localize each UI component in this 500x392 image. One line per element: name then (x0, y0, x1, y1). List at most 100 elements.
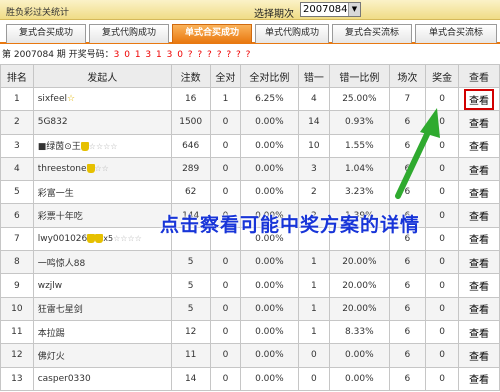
games-cell: 6 (388, 180, 427, 205)
tab-4[interactable]: 单式代购成功 (255, 24, 329, 43)
column-header: 奖金 (425, 64, 460, 88)
all-ratio-cell: 0.00% (240, 319, 299, 345)
star-icon: ☆ (66, 94, 76, 105)
initiator-name[interactable]: 一鸣惊人88 (38, 259, 85, 269)
initiator-cell: 狂雷七星剑 (32, 296, 172, 321)
table-row: 10 狂雷七星剑 5 0 0.00% 1 20.00% 6 0 查看 (0, 296, 500, 321)
view-button[interactable]: 查看 (469, 301, 489, 316)
initiator-name[interactable]: 5G832 (38, 117, 68, 127)
table-row: 4 threestone ☆☆ 289 0 0.00% 3 1.04% 6 0 查看 (0, 156, 500, 182)
rank-cell: 11 (0, 319, 34, 345)
games-cell: 6 (388, 273, 427, 298)
column-header: 查看 (458, 64, 500, 88)
prize-cell: 0 (425, 133, 460, 158)
err1-ratio-cell: 3.23% (329, 180, 390, 205)
prize-cell: 0 (425, 366, 460, 391)
bets-cell: 16 (170, 86, 211, 112)
games-cell: 6 (388, 250, 427, 275)
rank-cell: 4 (0, 156, 34, 182)
err1-cell: 1 (297, 319, 331, 345)
table-row: 1 sixfeel☆ 16 1 6.25% 4 25.00% 7 0 查看 (0, 86, 500, 112)
err1-ratio-cell: 1.04% (329, 156, 390, 182)
bets-cell: 14 (170, 366, 211, 391)
initiator-cell: casper0330 (32, 366, 172, 391)
err1-cell: 1 (297, 250, 331, 275)
initiator-cell: threestone ☆☆ (32, 156, 172, 182)
view-button[interactable]: 查看 (469, 255, 489, 270)
initiator-name[interactable]: lwy001026 (38, 234, 88, 244)
tab-5[interactable]: 复式合买流标 (332, 24, 412, 43)
initiator-name[interactable]: 彩票十年吃 (38, 212, 83, 222)
view-button[interactable]: 查看 (469, 278, 489, 293)
all-ratio-cell: 0.00% (240, 133, 299, 158)
rank-cell: 8 (0, 250, 34, 275)
err1-cell: 0 (297, 343, 331, 368)
all-ratio-cell: 0.00% (240, 343, 299, 368)
tab-3[interactable]: 单式合买成功 (172, 24, 252, 43)
trophy-x5-icon: x5☆☆☆☆ (87, 233, 142, 244)
tab-6[interactable]: 单式合买流标 (415, 24, 497, 43)
initiator-name[interactable]: 佛灯火 (38, 352, 65, 362)
view-button[interactable]: 查看 (469, 371, 489, 386)
all-ratio-cell: 0.00% (240, 366, 299, 391)
initiator-cell: 本拉踢 (32, 319, 172, 345)
initiator-name[interactable]: threestone (38, 164, 87, 174)
view-button[interactable]: 查看 (469, 138, 489, 153)
initiator-name[interactable]: 狂雷七星剑 (38, 305, 83, 315)
tab-1[interactable]: 复式合买成功 (6, 24, 86, 43)
err1-ratio-cell: 20.00% (329, 250, 390, 275)
period-select[interactable]: 2007084 ▼ (300, 2, 361, 17)
all-cell: 0 (209, 110, 242, 135)
winning-numbers: 3 0 1 3 1 3 0 ? ? ? ? ? ? ? (113, 50, 252, 60)
view-cell: 查看 (458, 133, 500, 158)
table-row: 3 ■绿茵⊙王 ☆☆☆☆ 646 0 0.00% 10 1.55% 6 0 查看 (0, 133, 500, 158)
chevron-down-icon[interactable]: ▼ (348, 3, 360, 16)
initiator-name[interactable]: casper0330 (38, 374, 91, 384)
prize-cell: 0 (425, 110, 460, 135)
rank-cell: 5 (0, 180, 34, 205)
initiator-cell: 彩票十年吃 (32, 203, 172, 228)
table-row: 5 彩富一生 62 0 0.00% 2 3.23% 6 0 查看 (0, 180, 500, 205)
err1-cell: 14 (297, 110, 331, 135)
bets-cell: 5 (170, 296, 211, 321)
table-row: 13 casper0330 14 0 0.00% 0 0.00% 6 0 查看 (0, 366, 500, 391)
initiator-name[interactable]: sixfeel (38, 94, 67, 104)
view-cell: 查看 (458, 296, 500, 321)
initiator-name[interactable]: wzjlw (38, 281, 62, 291)
prize-cell: 0 (425, 250, 460, 275)
view-button[interactable]: 查看 (469, 348, 489, 363)
initiator-cell: 彩富一生 (32, 180, 172, 205)
all-ratio-cell: 0.00% (240, 180, 299, 205)
column-header: 全对 (209, 64, 242, 88)
view-button[interactable]: 查看 (469, 325, 489, 340)
initiator-cell: 一鸣惊人88 (32, 250, 172, 275)
initiator-name[interactable]: 本拉踢 (38, 329, 65, 339)
view-cell: 查看 (458, 180, 500, 205)
view-button[interactable]: 查看 (469, 208, 489, 223)
column-header: 错一 (297, 64, 331, 88)
tab-bar: 复式合买成功 复式代购成功 单式合买成功 单式代购成功 复式合买流标 单式合买流标 (0, 22, 500, 44)
rank-cell: 1 (0, 86, 34, 112)
all-cell: 0 (209, 319, 242, 345)
table-header: 排名 发起人 注数 全对 全对比例 错一 错一比例 场次 奖金 查看 (0, 64, 500, 88)
view-cell: 查看 (458, 273, 500, 298)
bets-cell: 5 (170, 250, 211, 275)
err1-cell: 1 (297, 296, 331, 321)
initiator-name[interactable]: ■绿茵⊙王 (38, 142, 81, 152)
initiator-name[interactable]: 彩富一生 (38, 189, 74, 199)
prize-cell: 0 (425, 273, 460, 298)
view-button[interactable]: 查看 (469, 162, 489, 177)
view-button[interactable]: 查看 (464, 88, 494, 110)
initiator-cell: wzjlw (32, 273, 172, 298)
view-button[interactable]: 查看 (469, 115, 489, 130)
view-button[interactable]: 查看 (469, 231, 489, 246)
all-ratio-cell: 0.00% (240, 296, 299, 321)
view-cell: 查看 (458, 156, 500, 182)
games-cell: 6 (388, 296, 427, 321)
tab-2[interactable]: 复式代购成功 (89, 24, 169, 43)
table-row: 12 佛灯火 11 0 0.00% 0 0.00% 6 0 查看 (0, 343, 500, 368)
column-header: 排名 (0, 64, 34, 88)
all-ratio-cell: 0.00% (240, 250, 299, 275)
view-cell: 查看 (458, 86, 500, 112)
view-button[interactable]: 查看 (469, 185, 489, 200)
